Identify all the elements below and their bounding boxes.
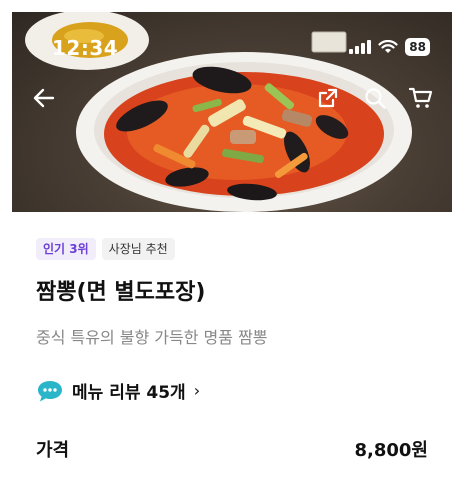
menu-description: 중식 특유의 불향 가득한 명품 짬뽕	[36, 328, 268, 347]
cart-button[interactable]	[405, 82, 437, 114]
share-button[interactable]	[312, 82, 344, 114]
status-time: 12:34	[52, 36, 119, 60]
popularity-rank-badge: 인기 3위	[36, 238, 96, 260]
badge-list: 인기 3위 사장님 추천	[36, 238, 175, 260]
status-icons: 88	[349, 38, 430, 56]
menu-review-link[interactable]: 메뉴 리뷰 45개 ›	[36, 378, 200, 403]
menu-detail-screen: 12:34 88 인기 3위 사장님 추천 짬뽕(면 별도포장) 중식 특유의 …	[12, 12, 452, 483]
search-button[interactable]	[359, 82, 391, 114]
chevron-right-icon: ›	[193, 381, 201, 400]
price-label: 가격	[36, 440, 70, 461]
wifi-icon	[378, 40, 398, 53]
battery-indicator: 88	[405, 38, 430, 56]
review-count-label: 메뉴 리뷰 45개	[72, 383, 186, 403]
cart-icon	[409, 87, 433, 108]
menu-title: 짬뽕(면 별도포장)	[36, 280, 206, 305]
top-nav	[12, 82, 452, 114]
owner-recommend-badge: 사장님 추천	[101, 238, 175, 260]
back-button[interactable]	[28, 82, 60, 114]
hero-image: 12:34 88	[12, 12, 452, 212]
back-arrow-icon	[33, 88, 55, 108]
price-row: 가격 8,800원	[36, 436, 428, 462]
share-icon	[318, 88, 338, 108]
search-icon	[365, 88, 386, 109]
signal-icon	[349, 40, 372, 54]
status-bar: 12:34 88	[12, 12, 452, 72]
price-value: 8,800원	[354, 440, 429, 461]
speech-bubble-icon	[38, 380, 62, 401]
